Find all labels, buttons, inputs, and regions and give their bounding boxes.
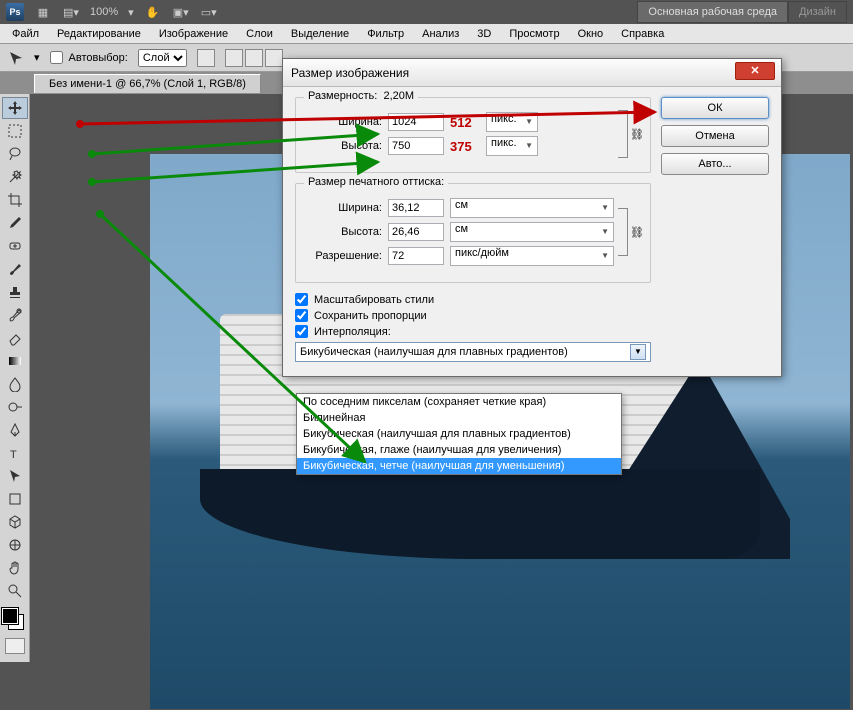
menu-file[interactable]: Файл [4,26,47,42]
eyedropper-tool[interactable] [2,212,28,234]
gradient-tool[interactable] [2,350,28,372]
auto-select-checkbox[interactable]: Автовыбор: [50,51,128,64]
menu-layer[interactable]: Слои [238,26,281,42]
3d-camera-tool[interactable] [2,534,28,556]
close-button[interactable]: ✕ [735,62,775,80]
align-icons-group [197,49,215,67]
quick-mask-icon[interactable] [5,638,25,654]
width-annotation: 512 [450,115,480,130]
3d-tool[interactable] [2,511,28,533]
resolution-unit[interactable]: пикс/дюйм [450,246,614,266]
bridge-icon[interactable]: ▦ [34,4,52,20]
dialog-title: Размер изображения [291,66,409,80]
height-annotation: 375 [450,139,480,154]
toolbox: T [0,94,30,662]
print-height-unit[interactable]: см [450,222,614,242]
dropdown-button[interactable]: ▼ [630,344,646,360]
menu-view[interactable]: Просмотр [501,26,567,42]
resolution-label: Разрешение: [304,250,382,262]
align-vcenter-icon[interactable] [245,49,263,67]
dodge-tool[interactable] [2,396,28,418]
interp-option-4[interactable]: Бикубическая, четче (наилучшая для умень… [297,458,621,474]
hand-icon[interactable]: ✋ [144,4,162,20]
print-height-input[interactable] [388,223,444,241]
wand-tool[interactable] [2,166,28,188]
zoom-tool[interactable] [2,580,28,602]
move-tool-icon [8,50,24,66]
brush-tool[interactable] [2,258,28,280]
menu-window[interactable]: Окно [570,26,612,42]
foreground-color[interactable] [2,608,18,624]
print-width-unit[interactable]: см [450,198,614,218]
menu-image[interactable]: Изображение [151,26,236,42]
height-input[interactable] [388,137,444,155]
stamp-tool[interactable] [2,281,28,303]
move-tool[interactable] [2,97,28,119]
app-titlebar: Ps ▦ ▤▾ 100% ▾ ✋ ▣▾ ▭▾ Основная рабочая … [0,0,853,24]
marquee-tool[interactable] [2,120,28,142]
cancel-button[interactable]: Отмена [661,125,769,147]
auto-select-target[interactable]: Слой [138,49,187,67]
interp-option-1[interactable]: Билинейная [297,410,621,426]
chain-icon[interactable]: ⛓ [630,128,642,140]
print-constrain-bracket [618,208,628,256]
scale-styles-checkbox[interactable]: Масштабировать стили [295,293,651,306]
app-logo: Ps [6,3,24,21]
menu-select[interactable]: Выделение [283,26,357,42]
color-swatches[interactable] [0,606,26,632]
show-transform-icon[interactable] [197,49,215,67]
height-unit-select[interactable]: пикс. [486,136,538,156]
menu-analysis[interactable]: Анализ [414,26,467,42]
menu-filter[interactable]: Фильтр [359,26,412,42]
blur-tool[interactable] [2,373,28,395]
workspace-tab-design[interactable]: Дизайн [788,1,847,23]
menu-help[interactable]: Справка [613,26,672,42]
ok-button[interactable]: ОК [661,97,769,119]
width-unit-select[interactable]: пикс. [486,112,538,132]
hand-tool[interactable] [2,557,28,579]
crop-tool[interactable] [2,189,28,211]
print-size-group: Размер печатного оттиска: Ширина: см Выс… [295,183,651,283]
interp-option-3[interactable]: Бикубическая, глаже (наилучшая для увели… [297,442,621,458]
pen-tool[interactable] [2,419,28,441]
width-label: Ширина: [304,116,382,128]
workspace-switcher: Основная рабочая среда Дизайн [637,1,847,23]
history-brush-tool[interactable] [2,304,28,326]
resolution-input[interactable] [388,247,444,265]
align-bottom-icon[interactable] [265,49,283,67]
svg-text:T: T [10,449,17,461]
workspace-tab-main[interactable]: Основная рабочая среда [637,1,788,23]
menu-bar: Файл Редактирование Изображение Слои Выд… [0,24,853,44]
width-input[interactable] [388,113,444,131]
print-chain-icon[interactable]: ⛓ [630,226,642,238]
align-buttons [225,49,283,67]
type-tool[interactable]: T [2,442,28,464]
extras-icon[interactable]: ▣▾ [172,4,190,20]
document-tab[interactable]: Без имени-1 @ 66,7% (Слой 1, RGB/8) [34,74,261,93]
interp-option-2[interactable]: Бикубическая (наилучшая для плавных град… [297,426,621,442]
interpolation-dropdown: По соседним пикселам (сохраняет четкие к… [296,393,622,475]
height-label: Высота: [304,140,382,152]
screen-mode-icon[interactable]: ▭▾ [200,4,218,20]
shape-tool[interactable] [2,488,28,510]
image-size-dialog: Размер изображения ✕ Размерность: 2,20M … [282,58,782,377]
interp-option-0[interactable]: По соседним пикселам (сохраняет четкие к… [297,394,621,410]
auto-button[interactable]: Авто... [661,153,769,175]
pixel-dimensions-group: Размерность: 2,20M Ширина: 512 пикс. Выс… [295,97,651,173]
menu-3d[interactable]: 3D [469,26,499,42]
interpolation-select[interactable]: Бикубическая (наилучшая для плавных град… [295,342,651,362]
resample-checkbox[interactable]: Интерполяция: [295,325,651,338]
constrain-proportions-checkbox[interactable]: Сохранить пропорции [295,309,651,322]
zoom-percent[interactable]: 100% [90,6,118,18]
eraser-tool[interactable] [2,327,28,349]
print-width-input[interactable] [388,199,444,217]
constrain-bracket [618,110,628,158]
dialog-titlebar[interactable]: Размер изображения ✕ [283,59,781,87]
mini-bridge-icon[interactable]: ▤▾ [62,4,80,20]
path-select-tool[interactable] [2,465,28,487]
heal-tool[interactable] [2,235,28,257]
lasso-tool[interactable] [2,143,28,165]
menu-edit[interactable]: Редактирование [49,26,149,42]
align-top-icon[interactable] [225,49,243,67]
